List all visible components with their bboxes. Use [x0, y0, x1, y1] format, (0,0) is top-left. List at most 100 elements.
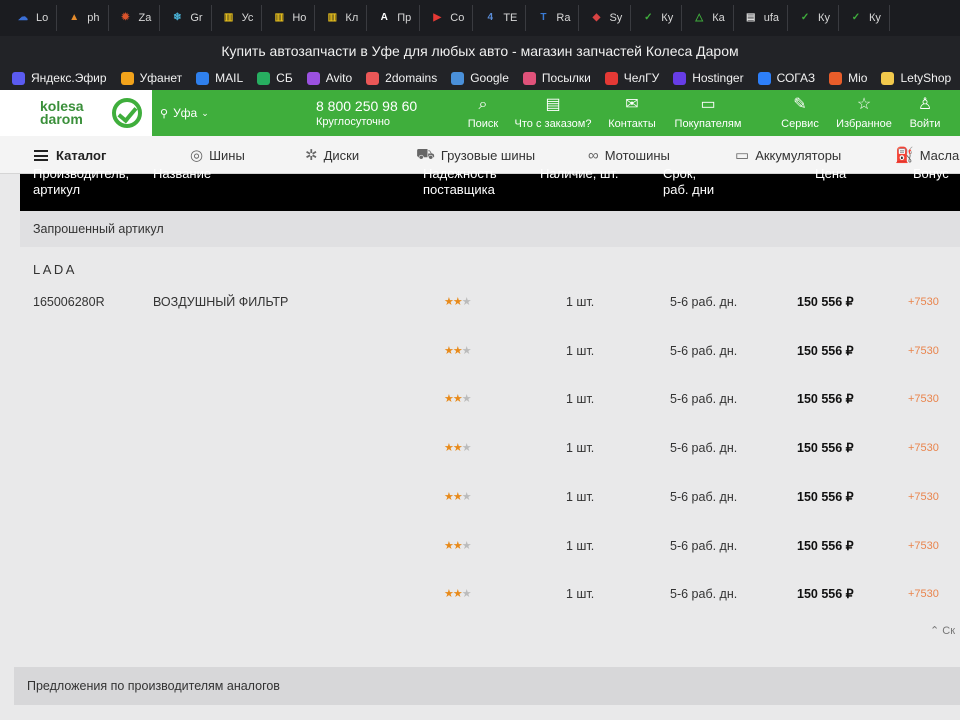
browser-tab-label: Ку	[868, 12, 881, 24]
header-reliability-top: Надежность	[423, 166, 497, 181]
bookmark-label: LetyShop	[900, 71, 952, 85]
browser-tab[interactable]: ▶ Co	[420, 5, 474, 31]
header-nav-label: Войти	[909, 118, 941, 130]
star-empty-icon: ★	[461, 393, 472, 405]
php-icon: ▲	[69, 12, 80, 23]
results-table-header: Производитель, артикул Название Надежнос…	[20, 166, 960, 211]
browser-tab[interactable]: ◆ Sy	[579, 5, 632, 31]
mail-at-icon	[196, 71, 210, 85]
browser-tab[interactable]: ❄ Gr	[160, 5, 212, 31]
stock-cell: 1 шт.	[566, 441, 595, 455]
collapse-link[interactable]: ⌃ Ск	[930, 624, 955, 637]
browser-tab[interactable]: ✓ Ку	[788, 5, 839, 31]
header-nav-receipt[interactable]: ▤ Что с заказом?	[513, 90, 593, 136]
stock-cell: 1 шт.	[566, 295, 595, 309]
bookmark-item[interactable]: Посылки	[522, 71, 591, 85]
header-nav-envelope[interactable]: ✉ Контакты	[592, 90, 672, 136]
gift-icon	[522, 71, 536, 85]
header-nav-label: Избранное	[836, 118, 892, 130]
table-row[interactable]: 1 шт. 5-6 раб. дн. 150 556 ₽ +7530 ★★★	[20, 390, 960, 438]
table-row[interactable]: 1 шт. 5-6 раб. дн. 150 556 ₽ +7530 ★★★	[20, 439, 960, 487]
header-manufacturer-top: Производитель,	[33, 166, 130, 181]
browser-tab-label: Co	[450, 12, 465, 24]
search-icon: ⌕	[478, 96, 488, 113]
number-four-icon: 4	[487, 12, 494, 23]
bookmarks-bar: Яндекс.Эфир Уфанет MAIL СБ Avito 2domains Goog…	[0, 66, 960, 90]
bookmark-item[interactable]: MAIL	[196, 71, 243, 85]
table-row[interactable]: 1 шт. 5-6 раб. дн. 150 556 ₽ +7530 ★★★	[20, 537, 960, 585]
bookmark-label: ЧелГУ	[623, 71, 660, 85]
bookmark-item[interactable]: СБ	[257, 71, 293, 85]
2domains-icon	[366, 71, 380, 85]
stock-cell: 1 шт.	[566, 344, 595, 358]
browser-tab[interactable]: A Пр	[367, 5, 421, 31]
browser-tab-label: ph	[87, 12, 100, 24]
catalog-item-wheel[interactable]: ✲ Диски	[305, 136, 359, 174]
header-nav-user[interactable]: ♙ Войти	[885, 90, 960, 136]
browser-tab[interactable]: ✓ Ку	[839, 5, 890, 31]
supplier-rating: ★★★	[444, 390, 472, 408]
browser-tab[interactable]: ▥ Ус	[212, 5, 263, 31]
tire-icon: ◎	[190, 147, 204, 164]
phone-block[interactable]: 8 800 250 98 60 Круглосуточно	[316, 98, 446, 128]
browser-tab[interactable]: ▥ Но	[262, 5, 316, 31]
table-row[interactable]: 165006280R ВОЗДУШНЫЙ ФИЛЬТР 1 шт. 5-6 раб. …	[20, 293, 960, 341]
header-nav-search[interactable]: ⌕ Поиск	[443, 90, 523, 136]
city-selector[interactable]: ⚲ Уфа ⌄	[160, 106, 220, 120]
mio-icon	[829, 71, 843, 85]
letter-t-icon: T	[540, 12, 547, 23]
analogs-section-header[interactable]: Предложения по производителям аналогов	[14, 667, 960, 705]
bookmark-item[interactable]: Уфанет	[120, 71, 182, 85]
bookmark-item[interactable]: ЧелГУ	[604, 71, 660, 85]
table-row[interactable]: 1 шт. 5-6 раб. дн. 150 556 ₽ +7530 ★★★	[20, 488, 960, 536]
header-nav-cards[interactable]: ▭ Покупателям	[668, 90, 748, 136]
collapse-label: Ск	[942, 625, 956, 637]
browser-tab[interactable]: ☁ Lo	[6, 5, 58, 31]
envelope-icon: ✉	[625, 96, 639, 113]
header-manufacturer: Производитель, артикул	[33, 166, 129, 198]
browser-tab[interactable]: ▤ ufa	[734, 5, 789, 31]
bookmark-item[interactable]: LetyShop	[881, 71, 951, 85]
star-empty-icon: ★	[461, 345, 472, 357]
bookmark-item[interactable]: СОГАЗ	[757, 71, 815, 85]
header-nav-label: Поиск	[467, 118, 499, 130]
sogaz-icon	[757, 71, 771, 85]
sber-icon	[257, 71, 271, 85]
stock-cell: 1 шт.	[566, 392, 595, 406]
bonus-cell: +7530	[908, 296, 939, 308]
table-row[interactable]: 1 шт. 5-6 раб. дн. 150 556 ₽ +7530 ★★★	[20, 342, 960, 390]
browser-tab[interactable]: △ Ка	[682, 5, 734, 31]
star-filled-icon: ★	[452, 345, 463, 357]
wheel-icon: ✲	[305, 147, 318, 164]
receipt-icon: ▤	[545, 96, 561, 113]
browser-tab-label: ufa	[763, 12, 780, 24]
browser-tab[interactable]: ✹ Za	[109, 5, 161, 31]
bookmark-item[interactable]: Hostinger	[673, 71, 744, 85]
snowflake-icon: ❄	[173, 12, 182, 23]
supplier-rating: ★★★	[444, 293, 472, 311]
browser-tab[interactable]: ▥ Кл	[315, 5, 368, 31]
bookmark-item[interactable]: Google	[451, 71, 509, 85]
bars-icon: ▥	[274, 12, 285, 23]
bonus-cell: +7530	[908, 345, 939, 357]
browser-tab[interactable]: 4 TE	[473, 5, 527, 31]
browser-tab-label: Ус	[241, 12, 254, 24]
site-logo[interactable]: kolesa darom	[0, 90, 152, 136]
browser-tab[interactable]: ✓ Ку	[631, 5, 683, 31]
star-filled-icon: ★	[444, 540, 454, 552]
header-term-top: Срок,	[663, 166, 697, 181]
bookmark-item[interactable]: Mio	[829, 71, 867, 85]
table-row[interactable]: 1 шт. 5-6 раб. дн. 150 556 ₽ +7530 ★★★	[20, 585, 960, 633]
browser-tab[interactable]: ▲ ph	[57, 5, 109, 31]
bookmark-item[interactable]: Avito	[306, 71, 352, 85]
bars-icon: ▥	[327, 12, 338, 23]
delivery-term-cell: 5-6 раб. дн.	[670, 490, 738, 504]
header-stock: Наличие, шт.	[540, 166, 619, 181]
browser-tab[interactable]: T Ra	[526, 5, 580, 31]
bookmark-item[interactable]: 2domains	[366, 71, 437, 85]
logo-check-icon	[112, 98, 142, 128]
catalog-item-label: Диски	[323, 147, 360, 163]
catalog-item-label: Грузовые шины	[440, 147, 536, 163]
menu-icon	[34, 149, 48, 161]
bookmark-item[interactable]: Яндекс.Эфир	[12, 71, 107, 85]
